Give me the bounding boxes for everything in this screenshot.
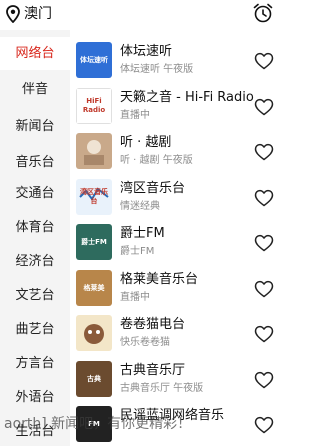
station-title: 格莱美音乐台: [120, 272, 199, 287]
station-cover-text: 湾区音乐台: [80, 188, 108, 205]
station-cover-image: [76, 133, 112, 169]
sidebar-item[interactable]: 音乐台: [0, 146, 70, 179]
heart-outline-icon[interactable]: [254, 98, 274, 116]
toast-message: aorth] 新闻吧，有你更精彩！: [4, 416, 192, 432]
alarm-clock-icon[interactable]: [252, 2, 274, 24]
location-pin-icon[interactable]: [6, 5, 20, 23]
station-cover-image: 体坛速听: [76, 42, 112, 78]
station-cover-text: 爵士FM: [81, 237, 107, 246]
sidebar-item[interactable]: 体育台: [0, 211, 70, 244]
sidebar-item[interactable]: 经济台: [0, 245, 70, 278]
station-title: 天籁之音 - Hi-Fi Radio: [120, 90, 254, 105]
heart-outline-icon[interactable]: [254, 189, 274, 207]
station-row[interactable]: 体坛速听 体坛速听 体坛速听 午夜版: [70, 38, 279, 84]
station-cover-image: 格莱美: [76, 270, 112, 306]
station-cover-image: HiFi Radio: [76, 88, 112, 124]
station-row[interactable]: 湾区音乐台 湾区音乐台情迷经典: [70, 175, 279, 221]
station-title: 古典音乐厅: [120, 363, 186, 378]
station-list: 体坛速听 体坛速听 体坛速听 午夜版 HiFi Radio 天籁之音 - Hi-Fi R…: [70, 30, 279, 446]
station-title: 听 · 越剧: [120, 135, 172, 150]
heart-outline-icon[interactable]: [254, 234, 274, 252]
station-subtitle: 古典音乐厅 午夜版: [120, 383, 204, 394]
station-cover-image: 爵士FM: [76, 224, 112, 260]
station-subtitle: 直播中: [120, 292, 150, 303]
heart-outline-icon[interactable]: [254, 371, 274, 389]
sidebar-item[interactable]: 网络台: [0, 37, 70, 70]
heart-outline-icon[interactable]: [254, 325, 274, 343]
station-subtitle: 体坛速听 午夜版: [120, 64, 194, 75]
sidebar-item[interactable]: 曲艺台: [0, 313, 70, 346]
station-row[interactable]: 爵士FM 爵士FM 爵士FM: [70, 220, 279, 266]
station-row[interactable]: HiFi Radio 天籁之音 - Hi-Fi Radio 直播中: [70, 84, 279, 130]
station-cover-text: 体坛速听: [80, 55, 108, 64]
station-cover-image: 古典: [76, 361, 112, 397]
sidebar-item[interactable]: 文艺台: [0, 279, 70, 312]
station-subtitle: 情迷经典: [120, 201, 160, 212]
station-title: 湾区音乐台: [120, 181, 186, 196]
station-title: 体坛速听: [120, 44, 173, 59]
top-bar: 澳门: [0, 0, 279, 30]
station-title: 爵士FM: [120, 226, 165, 241]
station-cover-text: 古典: [87, 374, 101, 383]
station-cover-image: 湾区音乐台: [76, 179, 112, 215]
station-subtitle: 爵士FM: [120, 246, 155, 257]
sidebar-item[interactable]: 伴音: [0, 73, 70, 106]
sidebar-item[interactable]: 方言台: [0, 347, 70, 380]
sidebar-item[interactable]: 新闻台: [0, 110, 70, 143]
sidebar-item[interactable]: 交通台: [0, 177, 70, 210]
station-title: 卷卷猫电台: [120, 317, 186, 332]
location-label[interactable]: 澳门: [24, 5, 52, 23]
station-row[interactable]: 古典 古典音乐厅古典音乐厅 午夜版: [70, 357, 279, 403]
category-sidebar: 网络台 伴音 新闻台 音乐台 交通台 体育台 经济台 文艺台 曲艺台 方言台 外语台 生活台: [0, 30, 70, 446]
station-row[interactable]: 听 · 越剧听 · 越剧 午夜版: [70, 129, 279, 175]
station-row[interactable]: 格莱美 格莱美音乐台直播中: [70, 266, 279, 312]
station-subtitle: 快乐卷卷猫: [120, 337, 170, 348]
station-cover-text: HiFi Radio: [82, 97, 106, 114]
heart-outline-icon[interactable]: [254, 143, 274, 161]
station-subtitle: 直播中: [120, 110, 150, 121]
heart-outline-icon[interactable]: [254, 52, 274, 70]
heart-outline-icon[interactable]: [254, 280, 274, 298]
station-cover-text: 格莱美: [83, 283, 105, 292]
station-row[interactable]: 卷卷猫电台快乐卷卷猫: [70, 311, 279, 357]
station-cover-image: [76, 315, 112, 351]
sidebar-item[interactable]: 外语台: [0, 381, 70, 414]
station-subtitle: 听 · 越剧 午夜版: [120, 155, 193, 166]
